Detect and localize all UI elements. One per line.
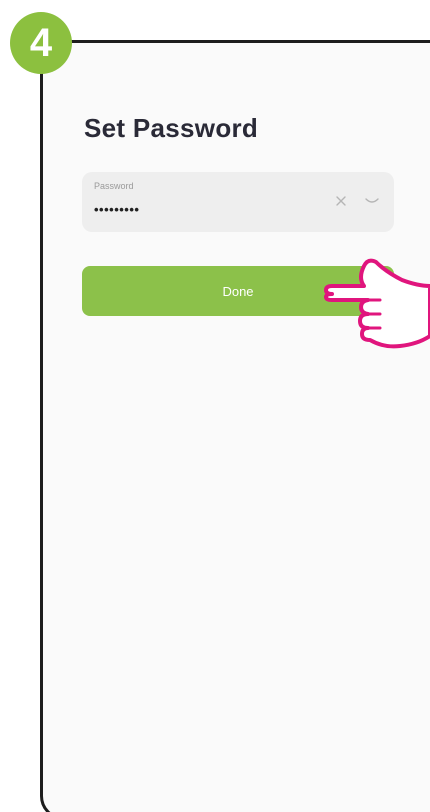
phone-frame bbox=[40, 40, 430, 812]
hand-pointer-icon bbox=[324, 258, 430, 349]
instruction-canvas: 4 Set Password Password ••••••••• Done bbox=[0, 0, 430, 812]
eye-closed-icon[interactable] bbox=[364, 194, 380, 208]
close-icon[interactable] bbox=[334, 194, 348, 208]
password-field[interactable]: Password ••••••••• bbox=[82, 172, 394, 232]
step-badge: 4 bbox=[10, 12, 72, 74]
password-label: Password bbox=[94, 181, 134, 191]
page-title: Set Password bbox=[84, 113, 259, 143]
password-value[interactable]: ••••••••• bbox=[94, 202, 139, 217]
